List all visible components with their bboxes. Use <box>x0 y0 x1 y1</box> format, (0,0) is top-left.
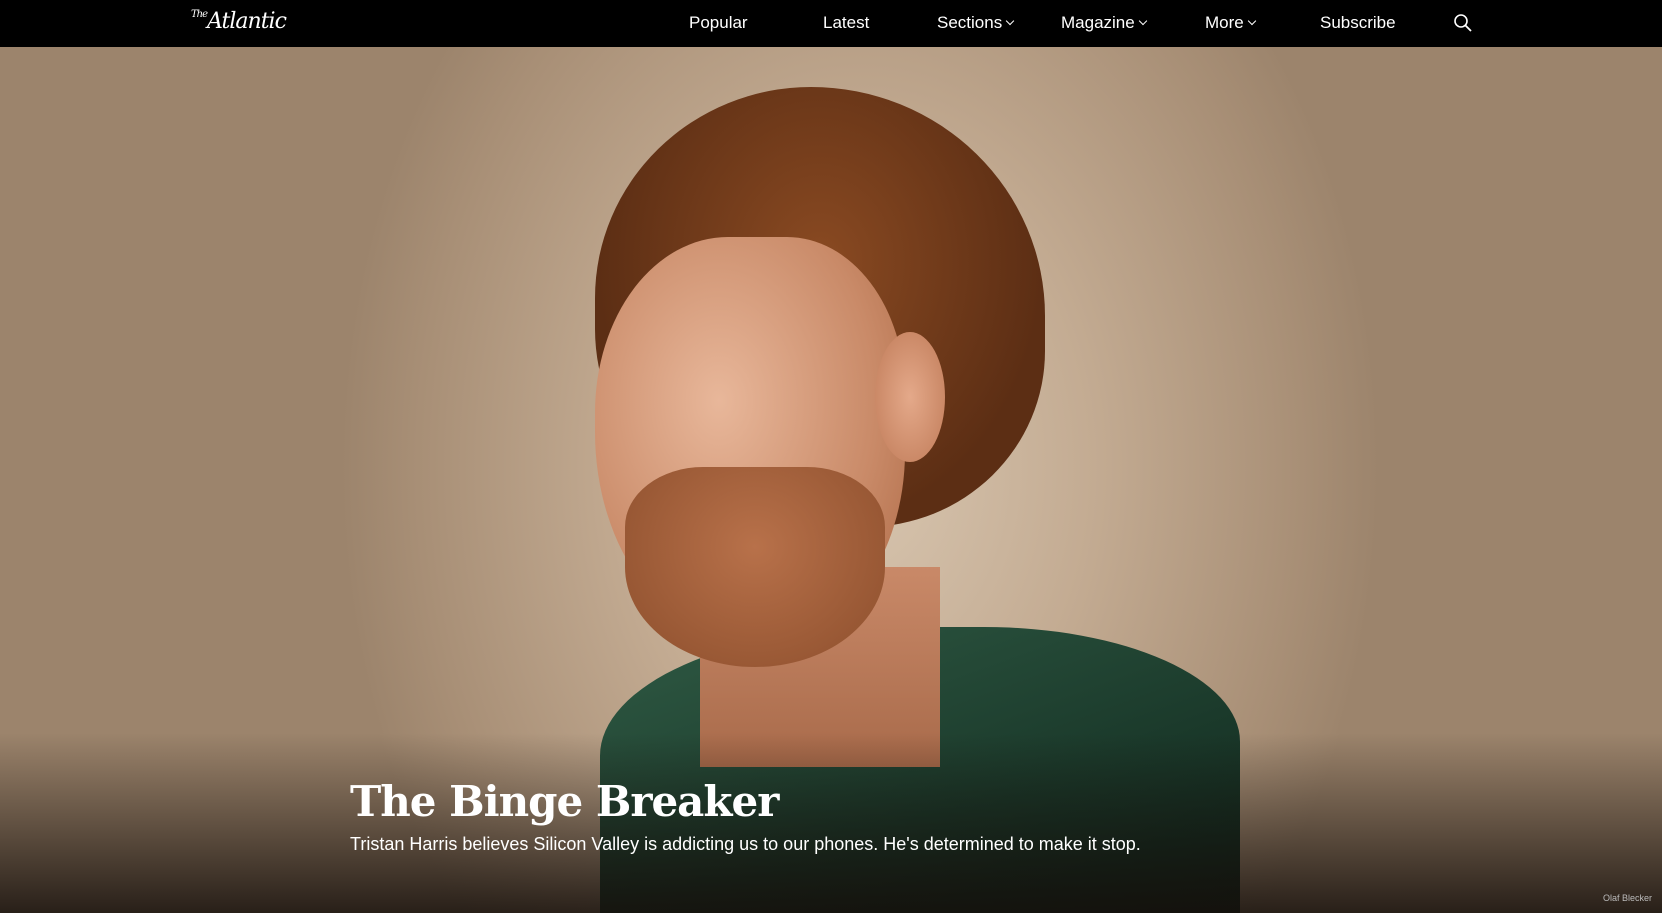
nav-popular[interactable]: Popular <box>689 13 748 33</box>
nav-label: Subscribe <box>1320 13 1396 32</box>
nav-label: More <box>1205 13 1244 32</box>
hero-photo-ear <box>875 332 945 462</box>
logo-prefix: The <box>191 9 208 20</box>
chevron-down-icon <box>1138 16 1147 26</box>
nav-label: Sections <box>937 13 1003 32</box>
article-subtitle: Tristan Harris believes Silicon Valley i… <box>350 834 1141 854</box>
atlantic-logo[interactable]: TheAtlantic <box>191 9 287 34</box>
photo-credit: Olaf Blecker <box>1603 893 1653 903</box>
hero-gradient-overlay <box>0 733 1662 913</box>
nav-magazine[interactable]: Magazine <box>1061 13 1147 33</box>
search-icon[interactable] <box>1453 13 1473 33</box>
hero-image[interactable]: The Binge Breaker Tristan Harris believe… <box>0 47 1662 913</box>
nav-label: Latest <box>823 13 870 32</box>
nav-label: Popular <box>689 13 748 32</box>
hero-photo-beard <box>625 467 885 667</box>
nav-latest[interactable]: Latest <box>823 13 869 33</box>
logo-name: Atlantic <box>207 9 287 34</box>
nav-subscribe[interactable]: Subscribe <box>1320 13 1396 33</box>
nav-sections[interactable]: Sections <box>937 13 1015 33</box>
nav-more[interactable]: More <box>1205 13 1256 33</box>
nav-label: Magazine <box>1061 13 1135 32</box>
top-navigation: TheAtlantic Popular Latest Sections Maga… <box>0 0 1662 47</box>
chevron-down-icon <box>1005 16 1015 26</box>
article-title[interactable]: The Binge Breaker <box>350 777 779 826</box>
chevron-down-icon <box>1247 16 1256 26</box>
